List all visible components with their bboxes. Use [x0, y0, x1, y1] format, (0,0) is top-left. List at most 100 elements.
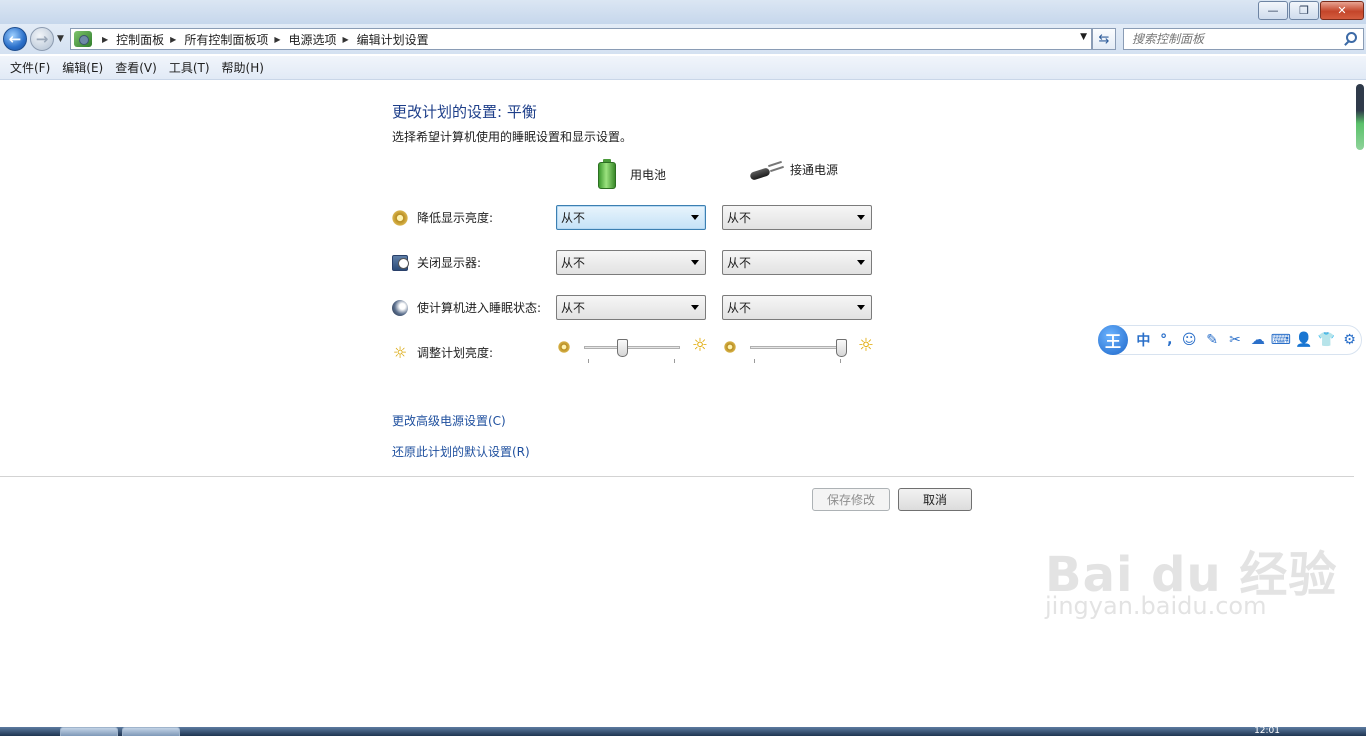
setting-label: 降低显示亮度:	[417, 211, 494, 225]
chevron-down-icon	[691, 305, 699, 310]
restore-button[interactable]: ❐	[1289, 1, 1319, 20]
page-description: 选择希望计算机使用的睡眠设置和显示设置。	[392, 130, 633, 144]
menu-edit[interactable]: 编辑(E)	[56, 59, 109, 76]
chevron-down-icon	[691, 260, 699, 265]
column-label-battery: 用电池	[630, 167, 667, 182]
select-value: 从不	[561, 211, 586, 225]
sleep-plugged-select[interactable]: 从不	[722, 295, 872, 320]
slider-track[interactable]	[750, 346, 846, 349]
taskbar: 12:01	[0, 727, 1366, 736]
taskbar-clock[interactable]: 12:01	[1254, 727, 1280, 736]
address-row: ← → ▼ ▶ 控制面板 ▶ 所有控制面板项 ▶ 电源选项 ▶ 编辑计划设置 ▼…	[0, 24, 1366, 54]
address-dropdown-icon[interactable]: ▼	[1080, 32, 1087, 42]
address-bar[interactable]: ▶ 控制面板 ▶ 所有控制面板项 ▶ 电源选项 ▶ 编辑计划设置 ▼	[70, 28, 1092, 50]
setting-label: 使计算机进入睡眠状态:	[417, 301, 542, 315]
close-button[interactable]: ✕	[1320, 1, 1364, 20]
sun-bright-icon: ☼	[857, 335, 874, 356]
select-value: 从不	[561, 256, 586, 270]
slider-tick	[754, 359, 755, 363]
ime-skin-icon[interactable]: 👕	[1315, 332, 1338, 348]
column-header-battery: 用电池	[598, 159, 666, 189]
ime-cloud-icon[interactable]: ☁	[1246, 332, 1269, 348]
ime-emoji-icon[interactable]: ☺	[1178, 332, 1201, 348]
slider-tick	[588, 359, 589, 363]
chevron-down-icon	[857, 260, 865, 265]
setting-sleep: 使计算机进入睡眠状态:	[392, 299, 541, 316]
taskbar-button[interactable]	[122, 727, 180, 736]
breadcrumb-separator-icon[interactable]: ▶	[170, 35, 176, 44]
breadcrumb-separator-icon[interactable]: ▶	[274, 35, 280, 44]
refresh-button[interactable]: ⇆	[1092, 28, 1116, 50]
advanced-power-settings-link[interactable]: 更改高级电源设置(C)	[392, 412, 506, 429]
dim-brightness-icon	[724, 341, 736, 353]
menu-file[interactable]: 文件(F)	[4, 59, 56, 76]
breadcrumb-all-items[interactable]: 所有控制面板项	[184, 31, 268, 48]
ime-toolbar: 王 中 °, ☺ ✎ ✂ ☁ ⌨ 👤 👕 ⚙	[1098, 325, 1362, 355]
chevron-down-icon	[857, 305, 865, 310]
scrollbar-thumb[interactable]	[1356, 84, 1364, 150]
recent-pages-dropdown[interactable]: ▼	[57, 34, 64, 44]
title-bar: — ❐ ✕	[0, 0, 1366, 24]
breadcrumb-separator-icon[interactable]: ▶	[102, 35, 108, 44]
brightness-battery-slider[interactable]: ☼	[558, 336, 708, 366]
turn-off-display-plugged-select[interactable]: 从不	[722, 250, 872, 275]
page-title: 更改计划的设置: 平衡	[392, 103, 537, 121]
search-icon[interactable]	[1346, 32, 1357, 43]
monitor-clock-icon	[392, 254, 409, 271]
vertical-scrollbar[interactable]	[1354, 81, 1366, 727]
ime-scissors-icon[interactable]: ✂	[1224, 332, 1247, 348]
ime-logo-icon[interactable]: 王	[1098, 325, 1128, 355]
setting-label: 关闭显示器:	[417, 256, 482, 270]
dim-display-battery-select[interactable]: 从不	[556, 205, 706, 230]
control-panel-icon	[74, 31, 92, 47]
baidu-watermark-url: jingyan.baidu.com	[1045, 592, 1267, 620]
minimize-button[interactable]: —	[1258, 1, 1288, 20]
menu-help[interactable]: 帮助(H)	[216, 59, 270, 76]
back-arrow-icon: ←	[8, 30, 22, 48]
content-pane: 更改计划的设置: 平衡 选择希望计算机使用的睡眠设置和显示设置。 用电池 接通电…	[0, 81, 1354, 727]
setting-turn-off-display: 关闭显示器:	[392, 254, 481, 271]
column-label-plugged: 接通电源	[790, 162, 839, 177]
slider-tick	[674, 359, 675, 363]
menu-tools[interactable]: 工具(T)	[163, 59, 216, 76]
ime-chinese-mode-button[interactable]: 中	[1132, 330, 1155, 350]
ime-user-icon[interactable]: 👤	[1292, 332, 1315, 348]
battery-icon	[598, 159, 616, 189]
ime-handwriting-icon[interactable]: ✎	[1201, 332, 1224, 348]
slider-thumb[interactable]	[835, 339, 847, 357]
moon-sleep-icon	[392, 299, 408, 316]
slider-track[interactable]	[584, 346, 680, 349]
forward-button[interactable]: →	[30, 27, 54, 51]
ime-keyboard-icon[interactable]: ⌨	[1269, 332, 1292, 348]
breadcrumb-control-panel[interactable]: 控制面板	[116, 31, 164, 48]
slider-tick	[840, 359, 841, 363]
breadcrumb-edit-plan[interactable]: 编辑计划设置	[357, 31, 429, 48]
chevron-down-icon	[691, 215, 699, 220]
sleep-battery-select[interactable]: 从不	[556, 295, 706, 320]
search-box[interactable]	[1123, 28, 1364, 50]
column-header-plugged: 接通电源	[749, 159, 839, 181]
cancel-button[interactable]: 取消	[898, 488, 972, 511]
turn-off-display-battery-select[interactable]: 从不	[556, 250, 706, 275]
dim-display-plugged-select[interactable]: 从不	[722, 205, 872, 230]
power-plug-icon	[749, 159, 784, 181]
setting-brightness: ☼ 调整计划亮度:	[392, 344, 493, 361]
slider-thumb[interactable]	[616, 339, 628, 357]
restore-defaults-link[interactable]: 还原此计划的默认设置(R)	[392, 443, 530, 460]
brightness-plugged-slider[interactable]: ☼	[724, 336, 874, 366]
select-value: 从不	[727, 301, 752, 315]
breadcrumb-power-options[interactable]: 电源选项	[289, 31, 337, 48]
back-button[interactable]: ←	[3, 27, 27, 51]
taskbar-button[interactable]	[60, 727, 118, 736]
ime-settings-gear-icon[interactable]: ⚙	[1338, 332, 1361, 348]
refresh-icon: ⇆	[1098, 31, 1110, 47]
select-value: 从不	[727, 256, 752, 270]
save-button[interactable]: 保存修改	[812, 488, 890, 511]
dim-brightness-icon	[558, 341, 570, 353]
ime-punctuation-button[interactable]: °,	[1155, 332, 1178, 348]
select-value: 从不	[561, 301, 586, 315]
window-controls: — ❐ ✕	[1257, 1, 1364, 20]
breadcrumb-separator-icon[interactable]: ▶	[343, 35, 349, 44]
menu-view[interactable]: 查看(V)	[109, 59, 163, 76]
search-input[interactable]	[1124, 29, 1334, 49]
